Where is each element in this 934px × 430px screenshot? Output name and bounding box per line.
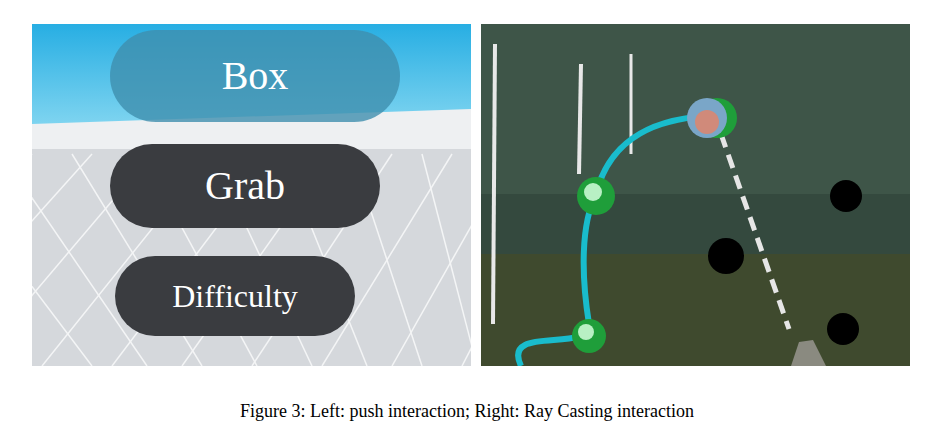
ray-casting-scene-icon (481, 24, 910, 366)
menu-button[interactable]: Difficulty (115, 256, 355, 336)
menu-button[interactable]: Box (110, 30, 400, 122)
figure: Box Grab Difficulty Figure 3: Left: push in… (0, 0, 934, 430)
push-interaction-image: Box Grab Difficulty (32, 24, 471, 366)
figure-caption: Figure 3: Left: push interaction; Right:… (0, 398, 934, 425)
menu-button[interactable]: Grab (110, 144, 380, 228)
ray-casting-image (481, 24, 910, 366)
